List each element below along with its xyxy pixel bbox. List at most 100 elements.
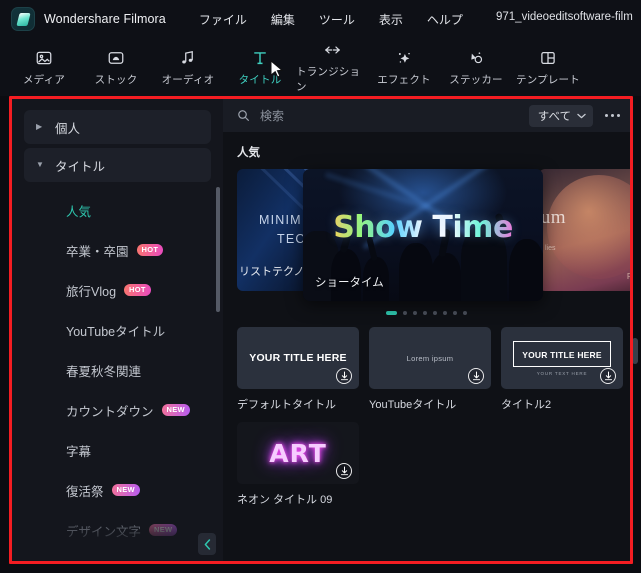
template-icon bbox=[539, 48, 557, 67]
template-tile-youtube-title[interactable]: Lorem ipsum YouTubeタイトル bbox=[369, 327, 491, 412]
template-preview-text: Lorem ipsum bbox=[406, 353, 454, 363]
tab-template[interactable]: テンプレート bbox=[512, 41, 584, 93]
featured-carousel: MINIM TECHN リストテクノロジ nium lies Peach bbox=[237, 169, 630, 301]
carousel-dot-active[interactable] bbox=[386, 311, 397, 315]
tab-sticker-label: ステッカー bbox=[449, 73, 503, 86]
carousel-dot[interactable] bbox=[413, 311, 417, 315]
effect-icon bbox=[395, 48, 413, 67]
transition-icon bbox=[323, 41, 342, 59]
sidebar-item-design-text[interactable]: デザイン文字 NEW bbox=[12, 510, 223, 550]
sidebar-item-graduation[interactable]: 卒業・卒園 HOT bbox=[12, 230, 223, 270]
carousel-dot[interactable] bbox=[433, 311, 437, 315]
menu-item-edit[interactable]: 編集 bbox=[271, 11, 295, 28]
window-scrollbar[interactable] bbox=[632, 338, 638, 364]
tab-audio[interactable]: オーディオ bbox=[152, 41, 224, 93]
tab-title[interactable]: タイトル bbox=[224, 41, 296, 93]
sidebar-item-easter[interactable]: 復活祭 NEW bbox=[12, 470, 223, 510]
sidebar-collapse-button[interactable] bbox=[198, 533, 216, 555]
template-tile-name: デフォルトタイトル bbox=[237, 399, 336, 411]
tool-tab-bar: メディア ストック オーディオ タイトル トランジション エフェクト ステッカー… bbox=[0, 38, 641, 96]
template-tile-name: YouTubeタイトル bbox=[369, 399, 457, 411]
filter-dropdown[interactable]: すべて bbox=[528, 104, 593, 127]
template-grid: YOUR TITLE HERE デフォルトタイトル Lorem ipsum Yo… bbox=[223, 315, 630, 507]
sidebar-item-subtitle-label: 字幕 bbox=[66, 444, 92, 459]
template-preview-box: YOUR TITLE HERE bbox=[513, 340, 611, 367]
carousel-card-right-overlay: nium bbox=[539, 207, 567, 228]
sticker-icon bbox=[467, 48, 485, 67]
template-thumbnail[interactable]: ART bbox=[237, 422, 359, 484]
search-box[interactable]: 検索 bbox=[237, 107, 529, 124]
carousel-dot[interactable] bbox=[443, 311, 447, 315]
sidebar-item-youtube-title[interactable]: YouTubeタイトル bbox=[12, 310, 223, 350]
carousel-card-center-showtime[interactable]: Show Time ショータイム bbox=[303, 169, 543, 301]
template-preview-text: YOUR TITLE HERE bbox=[522, 349, 602, 360]
menu-bar: ファイル 編集 ツール 表示 ヘルプ bbox=[199, 11, 463, 28]
template-tile-title2[interactable]: YOUR TITLE HERE YOUR TEXT HERE タイトル2 bbox=[501, 327, 623, 412]
tab-media-label: メディア bbox=[22, 73, 66, 86]
stock-icon bbox=[107, 48, 125, 67]
title-library-panel: ▶ 個人 ▼ タイトル 人気 卒業・卒園 HOT 旅行Vlog HOT YouT… bbox=[12, 99, 630, 561]
download-icon[interactable] bbox=[336, 463, 352, 479]
tab-sticker[interactable]: ステッカー bbox=[440, 41, 512, 93]
template-tile-name: タイトル2 bbox=[501, 399, 552, 411]
tab-stock[interactable]: ストック bbox=[80, 41, 152, 93]
sidebar-item-seasons[interactable]: 春夏秋冬関連 bbox=[12, 350, 223, 390]
template-tile-neon-title-09[interactable]: ART ネオン タイトル 09 bbox=[237, 422, 359, 507]
carousel-card-right-name: Peach bbox=[626, 271, 630, 281]
search-input[interactable]: 検索 bbox=[260, 107, 284, 124]
chevron-down-icon bbox=[577, 113, 586, 118]
more-options-button[interactable] bbox=[603, 110, 622, 121]
download-icon[interactable] bbox=[468, 368, 484, 384]
menu-item-view[interactable]: 表示 bbox=[379, 11, 403, 28]
tab-transition[interactable]: トランジション bbox=[296, 41, 368, 93]
sidebar-item-subtitle[interactable]: 字幕 bbox=[12, 430, 223, 470]
carousel-left-line1: MINIM bbox=[259, 213, 302, 227]
sidebar-item-youtube-title-label: YouTubeタイトル bbox=[66, 324, 166, 339]
template-tile-name: ネオン タイトル 09 bbox=[237, 494, 333, 506]
sidebar-subitems: 人気 卒業・卒園 HOT 旅行Vlog HOT YouTubeタイトル 春夏秋冬… bbox=[12, 190, 223, 550]
filmora-window: Wondershare Filmora ファイル 編集 ツール 表示 ヘルプ 9… bbox=[0, 0, 641, 573]
more-dot bbox=[605, 114, 608, 117]
app-name: Wondershare Filmora bbox=[44, 12, 166, 26]
chevron-left-icon bbox=[204, 538, 210, 550]
menu-item-help[interactable]: ヘルプ bbox=[427, 11, 463, 28]
sidebar-item-popular[interactable]: 人気 bbox=[12, 190, 223, 230]
badge-new: NEW bbox=[111, 483, 140, 497]
carousel-dot[interactable] bbox=[463, 311, 467, 315]
download-icon[interactable] bbox=[600, 368, 616, 384]
menu-item-tools[interactable]: ツール bbox=[319, 11, 355, 28]
sidebar-scrollbar[interactable] bbox=[216, 187, 220, 312]
audio-icon bbox=[179, 48, 197, 67]
carousel-card-right[interactable]: nium lies Peach bbox=[539, 169, 630, 291]
tab-media[interactable]: メディア bbox=[8, 41, 80, 93]
sidebar-group-titles[interactable]: ▼ タイトル bbox=[24, 148, 211, 182]
title-text-icon bbox=[251, 48, 269, 67]
sidebar-item-countdown-label: カウントダウン bbox=[66, 404, 154, 419]
carousel-card-center-overlay: Show Time bbox=[303, 210, 543, 245]
carousel-dot[interactable] bbox=[453, 311, 457, 315]
category-sidebar: ▶ 個人 ▼ タイトル 人気 卒業・卒園 HOT 旅行Vlog HOT YouT… bbox=[12, 99, 223, 561]
window-bottom-strip bbox=[0, 565, 641, 573]
sidebar-item-easter-label: 復活祭 bbox=[66, 484, 104, 499]
sidebar-group-personal[interactable]: ▶ 個人 bbox=[24, 110, 211, 144]
badge-hot: HOT bbox=[136, 243, 164, 257]
sidebar-item-countdown[interactable]: カウントダウン NEW bbox=[12, 390, 223, 430]
template-thumbnail[interactable]: YOUR TITLE HERE YOUR TEXT HERE bbox=[501, 327, 623, 389]
search-row: 検索 すべて bbox=[223, 99, 630, 132]
sidebar-item-travel-vlog[interactable]: 旅行Vlog HOT bbox=[12, 270, 223, 310]
sidebar-item-seasons-label: 春夏秋冬関連 bbox=[66, 364, 142, 379]
carousel-dot[interactable] bbox=[423, 311, 427, 315]
download-icon[interactable] bbox=[336, 368, 352, 384]
template-thumbnail[interactable]: YOUR TITLE HERE bbox=[237, 327, 359, 389]
badge-new: NEW bbox=[161, 403, 190, 417]
more-dot bbox=[617, 114, 620, 117]
template-preview-subtext: YOUR TEXT HERE bbox=[536, 370, 588, 376]
tab-effect[interactable]: エフェクト bbox=[368, 41, 440, 93]
search-icon bbox=[238, 110, 249, 121]
carousel-dot[interactable] bbox=[403, 311, 407, 315]
title-bar: Wondershare Filmora ファイル 編集 ツール 表示 ヘルプ 9… bbox=[0, 0, 641, 38]
filter-dropdown-label: すべて bbox=[537, 110, 571, 123]
template-tile-default-title[interactable]: YOUR TITLE HERE デフォルトタイトル bbox=[237, 327, 359, 412]
menu-item-file[interactable]: ファイル bbox=[199, 11, 247, 28]
template-thumbnail[interactable]: Lorem ipsum bbox=[369, 327, 491, 389]
